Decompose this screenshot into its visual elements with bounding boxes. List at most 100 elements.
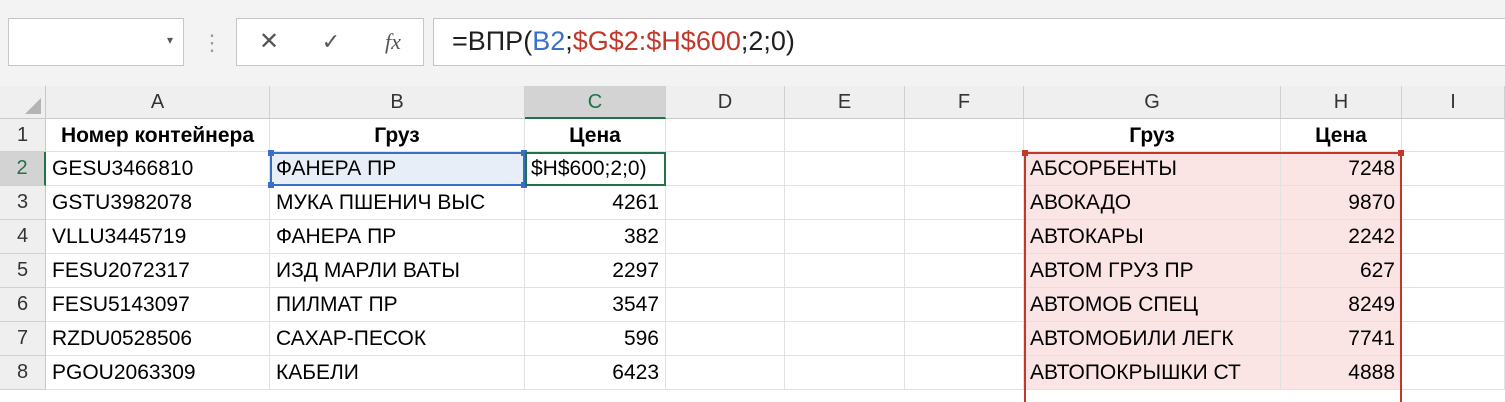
table-cell-price[interactable]: 6423 bbox=[525, 356, 666, 390]
table-cell-container[interactable]: VLLU3445719 bbox=[46, 220, 270, 254]
row-header-6[interactable]: 6 bbox=[0, 288, 46, 322]
column-header-g[interactable]: G bbox=[1024, 86, 1281, 119]
column-header-h[interactable]: H bbox=[1281, 86, 1402, 119]
column-header-c[interactable]: C bbox=[525, 86, 666, 119]
column-header-e[interactable]: E bbox=[785, 86, 905, 119]
cell-e8[interactable] bbox=[785, 356, 905, 390]
cell-e1[interactable] bbox=[785, 119, 905, 152]
row-header-4[interactable]: 4 bbox=[0, 220, 46, 254]
formula-input[interactable]: =ВПР(B2;$G$2:$H$600;2;0) bbox=[433, 18, 1505, 66]
enter-icon[interactable]: ✓ bbox=[311, 27, 351, 57]
cell-i6[interactable] bbox=[1402, 288, 1505, 322]
cell-f5[interactable] bbox=[905, 254, 1024, 288]
lookup-cell-price[interactable]: 9870 bbox=[1281, 186, 1402, 220]
table-header-cargo[interactable]: Груз bbox=[270, 119, 525, 152]
lookup-cell-cargo[interactable]: АВОКАДО bbox=[1024, 186, 1281, 220]
column-header-f[interactable]: F bbox=[905, 86, 1024, 119]
lookup-cell-price[interactable]: 2242 bbox=[1281, 220, 1402, 254]
drag-handle-icon[interactable]: ⋮ bbox=[201, 28, 223, 58]
cell-i2[interactable] bbox=[1402, 152, 1505, 186]
cell-d2[interactable] bbox=[666, 152, 785, 186]
row-header-7[interactable]: 7 bbox=[0, 322, 46, 356]
row-header-1[interactable]: 1 bbox=[0, 119, 46, 152]
select-all-corner[interactable] bbox=[0, 86, 46, 119]
cell-d6[interactable] bbox=[666, 288, 785, 322]
table-cell-cargo[interactable]: ФАНЕРА ПР bbox=[270, 152, 525, 186]
lookup-cell-cargo[interactable]: АБСОРБЕНТЫ bbox=[1024, 152, 1281, 186]
lookup-cell-cargo[interactable]: АВТОМОБИЛИ ЛЕГК bbox=[1024, 322, 1281, 356]
cell-i8[interactable] bbox=[1402, 356, 1505, 390]
cell-f6[interactable] bbox=[905, 288, 1024, 322]
cell-d8[interactable] bbox=[666, 356, 785, 390]
table-cell-container[interactable]: RZDU0528506 bbox=[46, 322, 270, 356]
table-cell-cargo[interactable]: САХАР-ПЕСОК bbox=[270, 322, 525, 356]
insert-function-button[interactable]: fx bbox=[373, 27, 413, 57]
lookup-cell-price[interactable]: 7741 bbox=[1281, 322, 1402, 356]
table-header-container[interactable]: Номер контейнера bbox=[46, 119, 270, 152]
cell-e3[interactable] bbox=[785, 186, 905, 220]
cell-f4[interactable] bbox=[905, 220, 1024, 254]
cell-f8[interactable] bbox=[905, 356, 1024, 390]
table-cell-price[interactable]: 2297 bbox=[525, 254, 666, 288]
column-header-b[interactable]: B bbox=[270, 86, 525, 119]
table-cell-cargo[interactable]: МУКА ПШЕНИЧ ВЫС bbox=[270, 186, 525, 220]
lookup-cell-price[interactable]: 7248 bbox=[1281, 152, 1402, 186]
table-cell-cargo[interactable]: ИЗД МАРЛИ ВАТЫ bbox=[270, 254, 525, 288]
cell-d1[interactable] bbox=[666, 119, 785, 152]
formula-part-func: =ВПР( bbox=[452, 26, 533, 56]
cell-i1[interactable] bbox=[1402, 119, 1505, 152]
cell-f1[interactable] bbox=[905, 119, 1024, 152]
lookup-cell-cargo[interactable]: АВТОМ ГРУЗ ПР bbox=[1024, 254, 1281, 288]
cell-e2[interactable] bbox=[785, 152, 905, 186]
cell-e5[interactable] bbox=[785, 254, 905, 288]
table-cell-container[interactable]: PGOU2063309 bbox=[46, 356, 270, 390]
table-cell-container[interactable]: FESU5143097 bbox=[46, 288, 270, 322]
table-cell-container[interactable]: GESU3466810 bbox=[46, 152, 270, 186]
cell-d4[interactable] bbox=[666, 220, 785, 254]
row-header-8[interactable]: 8 bbox=[0, 356, 46, 390]
row-header-3[interactable]: 3 bbox=[0, 186, 46, 220]
lookup-header-price[interactable]: Цена bbox=[1281, 119, 1402, 152]
cell-i3[interactable] bbox=[1402, 186, 1505, 220]
table-cell-container[interactable]: GSTU3982078 bbox=[46, 186, 270, 220]
cell-d3[interactable] bbox=[666, 186, 785, 220]
table-cell-price[interactable]: 4261 bbox=[525, 186, 666, 220]
row-header-5[interactable]: 5 bbox=[0, 254, 46, 288]
cell-f2[interactable] bbox=[905, 152, 1024, 186]
row-header-2[interactable]: 2 bbox=[0, 152, 46, 186]
cell-i7[interactable] bbox=[1402, 322, 1505, 356]
cell-f7[interactable] bbox=[905, 322, 1024, 356]
table-header-price[interactable]: Цена bbox=[525, 119, 666, 152]
cell-d5[interactable] bbox=[666, 254, 785, 288]
cancel-icon[interactable]: ✕ bbox=[249, 27, 289, 57]
table-cell-price[interactable]: 382 bbox=[525, 220, 666, 254]
table-cell-price[interactable]: 596 bbox=[525, 322, 666, 356]
column-header-i[interactable]: I bbox=[1402, 86, 1505, 119]
lookup-cell-cargo[interactable]: АВТОКАРЫ bbox=[1024, 220, 1281, 254]
lookup-cell-price[interactable]: 8249 bbox=[1281, 288, 1402, 322]
select-all-icon bbox=[25, 98, 41, 114]
spreadsheet-grid: A B C D E F G H I 1 2 3 4 5 6 7 8 Номер … bbox=[0, 86, 1505, 402]
lookup-cell-cargo[interactable]: АВТОМОБ СПЕЦ bbox=[1024, 288, 1281, 322]
lookup-header-cargo[interactable]: Груз bbox=[1024, 119, 1281, 152]
column-header-a[interactable]: A bbox=[46, 86, 270, 119]
active-cell-editing[interactable]: $H$600;2;0) bbox=[525, 152, 666, 186]
table-cell-cargo[interactable]: ПИЛМАТ ПР bbox=[270, 288, 525, 322]
table-cell-container[interactable]: FESU2072317 bbox=[46, 254, 270, 288]
lookup-cell-cargo[interactable]: АВТОПОКРЫШКИ СТ bbox=[1024, 356, 1281, 390]
table-cell-cargo[interactable]: КАБЕЛИ bbox=[270, 356, 525, 390]
cell-i5[interactable] bbox=[1402, 254, 1505, 288]
table-cell-cargo[interactable]: ФАНЕРА ПР bbox=[270, 220, 525, 254]
cell-i4[interactable] bbox=[1402, 220, 1505, 254]
lookup-cell-price[interactable]: 627 bbox=[1281, 254, 1402, 288]
column-header-d[interactable]: D bbox=[666, 86, 785, 119]
lookup-cell-price[interactable]: 4888 bbox=[1281, 356, 1402, 390]
cell-e6[interactable] bbox=[785, 288, 905, 322]
name-box[interactable]: ▾ bbox=[8, 18, 184, 66]
chevron-down-icon[interactable]: ▾ bbox=[167, 33, 173, 47]
cell-e7[interactable] bbox=[785, 322, 905, 356]
cell-f3[interactable] bbox=[905, 186, 1024, 220]
cell-e4[interactable] bbox=[785, 220, 905, 254]
cell-d7[interactable] bbox=[666, 322, 785, 356]
table-cell-price[interactable]: 3547 bbox=[525, 288, 666, 322]
